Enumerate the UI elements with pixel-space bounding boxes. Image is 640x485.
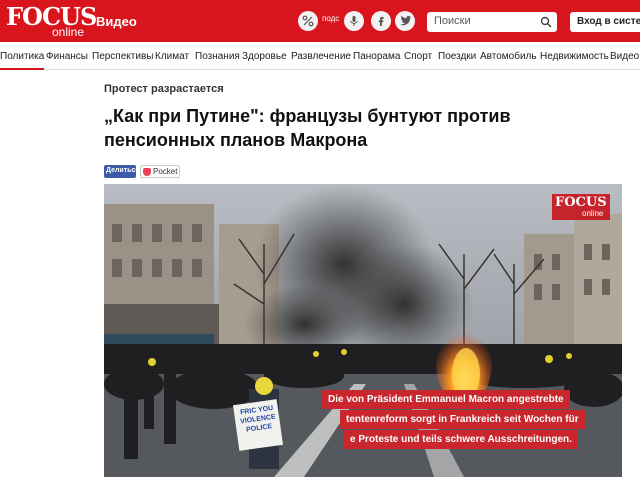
twitter-icon[interactable] — [395, 11, 415, 31]
nav-item-finance[interactable]: Финансы — [46, 51, 88, 63]
percent-icon[interactable] — [298, 11, 318, 31]
nav-item-auto[interactable]: Автомобиль — [480, 51, 537, 63]
podcast-label[interactable]: подс — [322, 14, 339, 23]
pocket-button[interactable]: Pocket — [140, 165, 180, 178]
podcast-icon[interactable] — [344, 11, 364, 31]
video-player[interactable]: FRIC YOU VIOLENCE POLICE FOCUS online Di… — [104, 184, 622, 477]
focus-logo[interactable]: FOCUS online — [6, 4, 97, 39]
video-caption-line: tentenreform sorgt in Frankreich seit Wo… — [340, 410, 585, 429]
nav-item-politics[interactable]: Политика — [0, 51, 44, 63]
nav-item-video[interactable]: Видео — [610, 51, 639, 63]
logo-subtext: online — [52, 25, 85, 39]
main-nav: Политика Финансы Перспективы Климат Позн… — [0, 42, 640, 70]
video-caption-line: Die von Präsident Emmanuel Macron angest… — [322, 390, 570, 409]
nav-item-travel[interactable]: Поездки — [438, 51, 476, 63]
search-icon[interactable] — [540, 16, 552, 28]
video-caption-line: e Proteste und teils schwere Ausschreitu… — [344, 430, 578, 449]
video-logo-subtext: online — [582, 209, 604, 218]
share-button[interactable]: Делиться — [104, 165, 140, 178]
nav-item-realestate[interactable]: Недвижимость — [540, 51, 609, 63]
top-header: FOCUS online Видео подс Поиски Вход в си… — [0, 0, 640, 42]
nav-active-indicator — [0, 68, 44, 70]
login-button[interactable]: Вход в систем — [570, 12, 640, 32]
video-watermark-logo: FOCUS online — [552, 194, 610, 220]
pocket-icon — [143, 168, 151, 176]
nav-item-climate[interactable]: Климат — [155, 51, 189, 63]
nav-item-entertainment[interactable]: Развлечение — [291, 51, 351, 63]
facebook-icon[interactable] — [371, 11, 391, 31]
nav-item-perspectives[interactable]: Перспективы — [92, 51, 153, 63]
nav-item-health[interactable]: Здоровье — [242, 51, 287, 63]
nav-item-panorama[interactable]: Панорама — [353, 51, 400, 63]
section-label[interactable]: Видео — [96, 14, 137, 30]
nav-item-sport[interactable]: Спорт — [404, 51, 432, 63]
video-logo-text: FOCUS — [555, 195, 607, 210]
share-label: Делиться — [106, 167, 140, 174]
search-input[interactable]: Поиски — [427, 12, 557, 32]
login-label: Вход в систем — [577, 16, 640, 27]
nav-item-knowledge[interactable]: Познания — [195, 51, 240, 63]
search-placeholder: Поиски — [434, 15, 471, 27]
pocket-label: Pocket — [153, 167, 178, 176]
article-kicker: Протест разрастается — [104, 83, 224, 95]
article-headline: „Как при Путине": французы бунтуют проти… — [104, 106, 511, 150]
